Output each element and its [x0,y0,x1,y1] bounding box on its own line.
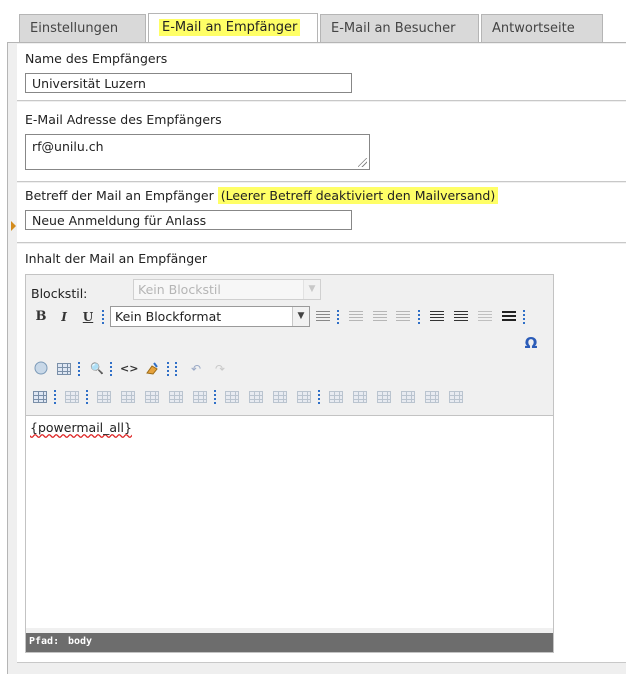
tab-email-visitor[interactable]: E-Mail an Besucher [320,14,479,42]
split-row-icon[interactable] [193,391,207,403]
recipient-email-value: rf@unilu.ch [32,139,104,154]
clean-format-icon[interactable] [144,361,160,377]
unordered-list-icon[interactable] [454,311,468,323]
tab-email-visitor-label: E-Mail an Besucher [331,21,456,36]
redo-icon[interactable]: ↷ [212,361,228,377]
delete-row-icon[interactable] [169,391,183,403]
insert-table-icon[interactable] [57,363,71,375]
toolbar-separator [523,310,525,325]
cell-merge-icon[interactable] [425,391,439,403]
tab-response-page[interactable]: Antwortseite [481,14,603,42]
align-left-icon[interactable] [349,311,363,323]
toolbar-separator [86,390,88,405]
ordered-list-icon[interactable] [430,311,444,323]
blockformat-select[interactable]: Kein Blockformat ▼ [110,306,310,327]
html-source-button[interactable]: <> [120,361,138,377]
toolbar-separator [54,390,56,405]
recipient-name-input[interactable]: Universität Luzern [25,73,352,93]
toolbar-separator [175,362,177,377]
cell-insert-after-icon[interactable] [353,391,367,403]
tab-settings[interactable]: Einstellungen [19,14,146,42]
recipient-email-textarea[interactable]: rf@unilu.ch [25,134,370,170]
tab-email-recipient[interactable]: E-Mail an Empfänger [148,13,318,44]
table-properties-icon[interactable] [33,391,47,403]
toolbar-separator [214,390,216,405]
resize-handle-icon[interactable] [358,158,367,167]
editor-content-text: {powermail_all} [30,420,132,435]
align-right-icon[interactable] [396,311,410,323]
delete-column-icon[interactable] [297,391,311,403]
subject-hint: (Leerer Betreff deaktiviert den Mailvers… [217,187,499,204]
insert-row-after-icon[interactable] [145,391,159,403]
toolbar-separator [110,362,112,377]
omega-special-char-button[interactable]: Ω [523,335,539,351]
chevron-down-icon: ▼ [303,280,320,299]
insert-column-after-icon[interactable] [273,391,287,403]
find-icon[interactable]: 🔍 [89,361,105,377]
cell-insert-before-icon[interactable] [329,391,343,403]
recipient-email-label: E-Mail Adresse des Empfängers [25,112,222,127]
cell-properties-icon[interactable] [97,391,111,403]
toolbar-separator [337,310,339,325]
toolbar-separator [167,362,169,377]
blockformat-select-value: Kein Blockformat [115,309,222,324]
field-subject: Betreff der Mail an Empfänger (Leerer Be… [17,183,626,243]
bold-button[interactable]: B [33,309,49,325]
outdent-icon[interactable] [478,311,492,323]
subject-label: Betreff der Mail an Empfänger (Leerer Be… [25,187,499,204]
toolbar-separator [318,390,320,405]
editor-content-area[interactable]: {powermail_all} [26,415,553,628]
indent-icon[interactable] [502,311,516,323]
subject-label-text: Betreff der Mail an Empfänger [25,188,214,203]
underline-button[interactable]: U [80,309,96,325]
insert-image-icon[interactable] [33,361,49,377]
field-recipient-name: Name des Empfängers Universität Luzern [17,44,626,101]
chevron-down-icon: ▼ [292,307,309,326]
undo-icon[interactable]: ↶ [188,361,204,377]
tab-bar: Einstellungen E-Mail an Empfänger E-Mail… [0,0,626,44]
blockstyle-select[interactable]: Kein Blockstil ▼ [133,279,321,300]
tab-settings-label: Einstellungen [30,21,119,36]
insert-row-before-icon[interactable] [121,391,135,403]
row-properties-icon[interactable] [65,391,79,403]
rich-text-editor: Blockstil: Kein Blockstil ▼ B I U Kein B… [25,274,554,653]
path-label: Pfad: [29,636,60,647]
tab-response-page-label: Antwortseite [492,21,575,36]
subject-input[interactable]: Neue Anmeldung für Anlass [25,210,352,230]
align-center-icon[interactable] [373,311,387,323]
italic-button[interactable]: I [56,309,72,325]
active-field-marker-icon [11,221,16,231]
tab-email-recipient-label: E-Mail an Empfänger [159,19,301,36]
field-recipient-email: E-Mail Adresse des Empfängers rf@unilu.c… [17,102,626,182]
toolbar-separator [418,310,420,325]
editor-status-bar: Pfad: body [26,633,553,652]
blockstyle-label: Blockstil: [31,286,88,301]
toolbar-separator [102,310,104,325]
table-toggle-borders-icon[interactable] [449,391,463,403]
recipient-name-label: Name des Empfängers [25,51,168,66]
insert-column-before-icon[interactable] [249,391,263,403]
cell-delete-icon[interactable] [377,391,391,403]
paragraph-spacing-icon[interactable] [316,311,330,323]
path-body-link[interactable]: body [68,636,92,647]
blockstyle-select-value: Kein Blockstil [138,282,221,297]
toolbar-separator [78,362,80,377]
column-properties-icon[interactable] [225,391,239,403]
cell-split-icon[interactable] [401,391,415,403]
content-label: Inhalt der Mail an Empfänger [25,251,207,266]
